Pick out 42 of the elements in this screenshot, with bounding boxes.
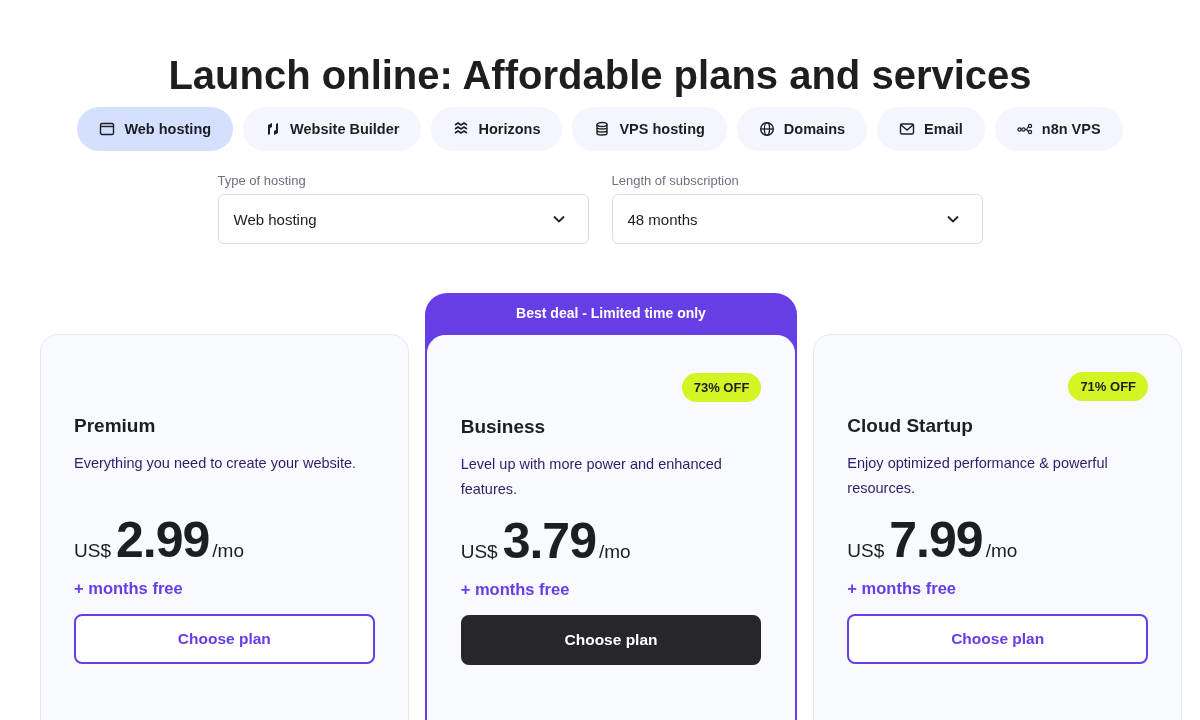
plan-price: 3.79 xyxy=(502,512,596,570)
category-tab[interactable]: Website Builder xyxy=(243,107,422,151)
waves-icon xyxy=(453,121,470,137)
price-period: /mo xyxy=(212,540,244,562)
globe-icon xyxy=(758,121,775,137)
price-period: /mo xyxy=(985,540,1018,562)
currency-label: US$ xyxy=(74,540,111,562)
category-tab[interactable]: VPS hosting xyxy=(572,107,727,151)
browser-window-icon xyxy=(99,121,116,137)
choose-plan-button[interactable]: Choose plan xyxy=(847,614,1148,664)
currency-label: US$ xyxy=(847,540,885,562)
plan-name: Business xyxy=(460,415,547,439)
plan-price: 7.99 xyxy=(889,511,983,569)
nodes-icon xyxy=(1016,121,1033,137)
plan-description: Enjoy optimized performance & powerful resources. xyxy=(847,454,1109,498)
currency-label: US$ xyxy=(460,541,498,563)
choose-plan-button[interactable]: Choose plan xyxy=(460,615,762,665)
dropdown-field[interactable]: Web hosting xyxy=(217,194,589,244)
discount-badge: 73% OFF xyxy=(681,373,762,402)
category-tab[interactable]: Domains xyxy=(736,107,868,151)
database-icon xyxy=(594,121,611,137)
plan-description: Level up with more power and enhanced features. xyxy=(460,455,723,499)
free-months-text: + months free xyxy=(74,579,184,598)
plan-description: Everything you need to create your website. xyxy=(74,454,358,473)
category-tab[interactable]: Email xyxy=(877,107,985,151)
category-tab[interactable]: Web hosting xyxy=(77,107,234,151)
free-months-text: + months free xyxy=(460,580,571,599)
dropdown-label: Type of hosting xyxy=(217,173,307,188)
category-tab[interactable]: Horizons xyxy=(431,107,563,151)
dropdown-label: Length of subscription xyxy=(611,173,740,188)
plan-price: 2.99 xyxy=(115,511,210,569)
price-period: /mo xyxy=(598,541,631,563)
deal-title: Best deal - Limited time only xyxy=(515,304,707,323)
discount-badge: 71% OFF xyxy=(1068,372,1148,401)
choose-plan-button[interactable]: Choose plan xyxy=(74,614,375,664)
plan-name: Premium xyxy=(74,414,157,438)
category-tab[interactable]: n8n VPS xyxy=(994,107,1123,151)
dropdown-field[interactable]: 48 months xyxy=(611,194,983,244)
free-months-text: + months free xyxy=(847,579,957,598)
plan-name: Cloud Startup xyxy=(847,414,974,438)
mail-icon xyxy=(899,121,916,137)
page-title: Launch online: Affordable plans and services xyxy=(168,52,1032,99)
